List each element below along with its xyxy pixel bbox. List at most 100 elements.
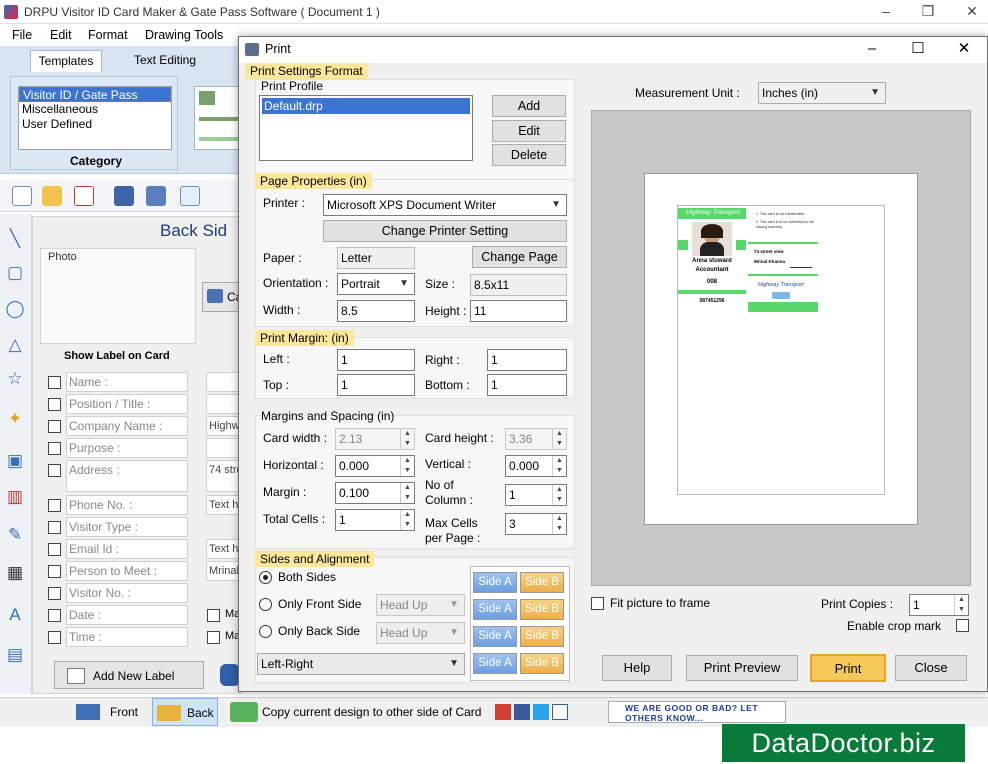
- max-cells-field[interactable]: 3 ▲ ▼: [505, 513, 567, 535]
- capture-button[interactable]: Ca: [202, 282, 242, 312]
- side-b-button[interactable]: Side B: [520, 653, 564, 674]
- printer-select[interactable]: Microsoft XPS Document Writer ▼: [323, 194, 567, 216]
- field-value-checkbox[interactable]: [207, 631, 220, 644]
- field-checkbox[interactable]: [48, 521, 61, 534]
- field-checkbox[interactable]: [48, 499, 61, 512]
- side-a-button[interactable]: Side A: [473, 653, 517, 674]
- spinner-icon[interactable]: ▲ ▼: [400, 456, 414, 476]
- facebook-icon[interactable]: [514, 704, 530, 720]
- spinner-icon[interactable]: ▲ ▼: [552, 456, 566, 476]
- rectangle-icon[interactable]: ▢: [4, 262, 26, 284]
- edit-profile-button[interactable]: Edit: [492, 120, 566, 142]
- print-copies-field[interactable]: 1 ▲ ▼: [909, 594, 969, 616]
- back-orientation-select[interactable]: Head Up ▼: [376, 622, 465, 644]
- field-checkbox[interactable]: [48, 464, 61, 477]
- field-value[interactable]: [206, 438, 242, 458]
- category-item[interactable]: User Defined: [19, 117, 171, 132]
- both-sides-radio[interactable]: Both Sides: [259, 570, 336, 584]
- card-width-field[interactable]: 2.13 ▲ ▼: [335, 428, 415, 450]
- print-button[interactable]: Print: [810, 654, 886, 682]
- field-checkbox[interactable]: [48, 631, 61, 644]
- side-b-button[interactable]: Side B: [520, 599, 564, 620]
- new-icon[interactable]: [12, 186, 32, 206]
- field-checkbox[interactable]: [48, 398, 61, 411]
- dialog-close-icon[interactable]: ✕: [941, 37, 987, 63]
- field-value-checkbox[interactable]: [207, 609, 220, 622]
- tab-text-editing[interactable]: Text Editing: [126, 50, 204, 72]
- menu-drawing-tools[interactable]: Drawing Tools: [145, 28, 223, 42]
- alignment-select[interactable]: Left-Right ▼: [257, 653, 465, 675]
- field-checkbox[interactable]: [48, 420, 61, 433]
- height-field[interactable]: 11: [470, 300, 567, 322]
- print-preview-button[interactable]: Print Preview: [686, 655, 798, 681]
- library-icon[interactable]: ▥: [4, 486, 26, 508]
- save-as-icon[interactable]: [146, 186, 166, 206]
- field-value[interactable]: [206, 394, 242, 414]
- shape-icon[interactable]: ✦: [4, 408, 26, 430]
- no-column-field[interactable]: 1 ▲ ▼: [505, 484, 567, 506]
- category-item[interactable]: Miscellaneous: [19, 102, 171, 117]
- card-height-field[interactable]: 3.36 ▲ ▼: [505, 428, 567, 450]
- spinner-icon[interactable]: ▲ ▼: [954, 595, 968, 615]
- field-checkbox[interactable]: [48, 543, 61, 556]
- spinner-icon[interactable]: ▲ ▼: [400, 510, 414, 530]
- dialog-minimize-icon[interactable]: –: [849, 37, 895, 63]
- field-checkbox[interactable]: [48, 587, 61, 600]
- close-icon[interactable]: ✕: [952, 0, 988, 24]
- field-checkbox[interactable]: [48, 376, 61, 389]
- field-checkbox[interactable]: [48, 565, 61, 578]
- left-margin-field[interactable]: 1: [337, 349, 415, 371]
- field-checkbox[interactable]: [48, 442, 61, 455]
- right-margin-field[interactable]: 1: [487, 349, 567, 371]
- tab-templates[interactable]: Templates: [30, 50, 102, 72]
- menu-file[interactable]: File: [12, 28, 32, 42]
- top-margin-field[interactable]: 1: [337, 374, 415, 396]
- add-new-label-button[interactable]: Add New Label: [54, 661, 204, 689]
- close-button[interactable]: Close: [895, 655, 967, 681]
- side-a-button[interactable]: Side A: [473, 599, 517, 620]
- category-item[interactable]: Visitor ID / Gate Pass: [19, 87, 171, 102]
- checkbox[interactable]: [591, 596, 604, 610]
- front-side-button[interactable]: Front: [72, 698, 150, 726]
- delete-profile-button[interactable]: Delete: [492, 144, 566, 166]
- total-cells-field[interactable]: 1 ▲ ▼: [335, 509, 415, 531]
- bottom-margin-field[interactable]: 1: [487, 374, 567, 396]
- vertical-field[interactable]: 0.000 ▲ ▼: [505, 455, 567, 477]
- add-profile-button[interactable]: Add: [492, 95, 566, 117]
- menu-edit[interactable]: Edit: [50, 28, 72, 42]
- front-orientation-select[interactable]: Head Up ▼: [376, 594, 465, 616]
- help-button[interactable]: Help: [602, 655, 672, 681]
- side-a-button[interactable]: Side A: [473, 572, 517, 593]
- field-value[interactable]: 74 stre: [206, 460, 242, 492]
- star-icon[interactable]: ☆: [4, 368, 26, 390]
- change-page-button[interactable]: Change Page: [472, 246, 567, 268]
- back-side-button[interactable]: Back: [152, 698, 218, 726]
- menu-format[interactable]: Format: [88, 28, 128, 42]
- twitter-icon[interactable]: [533, 704, 549, 720]
- database-icon[interactable]: [220, 664, 240, 686]
- field-value[interactable]: Text h: [206, 495, 242, 515]
- signature-icon[interactable]: ✎: [4, 524, 26, 546]
- save-icon[interactable]: [114, 186, 134, 206]
- line-icon[interactable]: ╲: [4, 228, 26, 250]
- margin-field[interactable]: 0.100 ▲ ▼: [335, 482, 415, 504]
- only-front-radio[interactable]: Only Front Side: [259, 597, 361, 611]
- open-icon[interactable]: [42, 186, 62, 206]
- only-back-radio[interactable]: Only Back Side: [259, 624, 360, 638]
- spinner-icon[interactable]: ▲ ▼: [400, 483, 414, 503]
- spinner-icon[interactable]: ▲ ▼: [552, 514, 566, 534]
- measurement-select[interactable]: Inches (in) ▼: [758, 82, 886, 104]
- profile-list[interactable]: Default.drp: [259, 95, 473, 161]
- spinner-icon[interactable]: ▲ ▼: [400, 429, 414, 449]
- radio-button[interactable]: [259, 624, 272, 638]
- horizontal-field[interactable]: 0.000 ▲ ▼: [335, 455, 415, 477]
- text-icon[interactable]: A: [4, 604, 26, 626]
- picture-icon[interactable]: ▤: [4, 644, 26, 666]
- field-value[interactable]: Mrinal: [206, 561, 242, 581]
- field-value[interactable]: [206, 372, 242, 392]
- profile-item[interactable]: Default.drp: [262, 98, 470, 114]
- radio-button[interactable]: [259, 597, 272, 611]
- export-icon[interactable]: [180, 186, 200, 206]
- ellipse-icon[interactable]: ◯: [4, 298, 26, 320]
- radio-button[interactable]: [259, 570, 272, 584]
